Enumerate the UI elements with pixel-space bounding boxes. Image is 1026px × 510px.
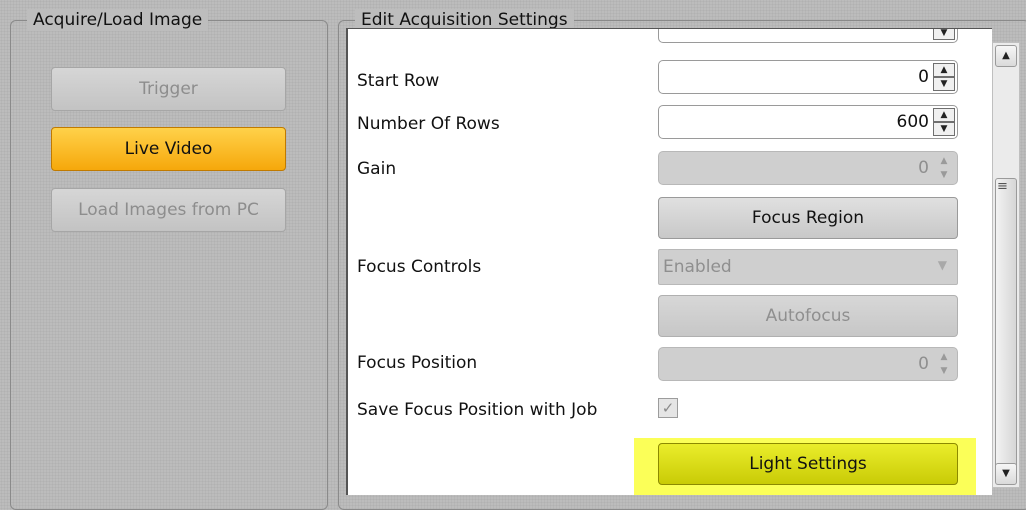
focus-controls-select[interactable]: Enabled ▼	[658, 249, 958, 285]
focus-position-spin[interactable]: 0 ▲ ▼	[658, 347, 958, 381]
vertical-scrollbar[interactable]: ▲ ≡ ▼	[992, 42, 1020, 488]
spin-up-icon: ▲	[940, 156, 948, 166]
number-of-rows-spin[interactable]: 600 ▲ ▼	[658, 105, 958, 139]
start-row-spin[interactable]: 0 ▲ ▼	[658, 60, 958, 94]
spin-down-icon: ▼	[940, 366, 948, 376]
focus-position-label: Focus Position	[357, 353, 478, 373]
scrollbar-thumb[interactable]	[995, 178, 1017, 468]
number-of-rows-value: 600	[896, 112, 929, 132]
grip-icon: ≡	[997, 179, 1008, 194]
spin-down-icon: ▼	[940, 170, 948, 180]
gain-label: Gain	[357, 159, 397, 179]
acquire-load-image-title: Acquire/Load Image	[27, 9, 209, 31]
start-row-label: Start Row	[357, 71, 440, 91]
light-settings-button[interactable]: Light Settings	[658, 443, 958, 485]
save-focus-label: Save Focus Position with Job	[357, 400, 598, 420]
settings-list: ▲▼ Start Row 0 ▲ ▼ Number Of Rows 600 ▲ …	[346, 28, 992, 495]
spin-up-icon[interactable]: ▲	[933, 63, 955, 77]
live-video-button[interactable]: Live Video	[51, 127, 286, 171]
spin-down-icon: ▼	[933, 29, 955, 40]
start-row-value: 0	[918, 67, 929, 87]
scroll-down-icon[interactable]: ▼	[995, 463, 1017, 485]
focus-position-value: 0	[918, 354, 929, 374]
save-focus-checkbox[interactable]: ✓	[658, 398, 678, 418]
number-of-rows-label: Number Of Rows	[357, 114, 500, 134]
gain-value: 0	[918, 158, 929, 178]
focus-controls-value: Enabled	[663, 257, 732, 277]
check-icon: ✓	[661, 399, 675, 417]
gain-spin[interactable]: 0 ▲ ▼	[658, 151, 958, 185]
partial-spin-box[interactable]: ▲▼	[658, 29, 958, 43]
load-images-button[interactable]: Load Images from PC	[51, 188, 286, 232]
autofocus-button[interactable]: Autofocus	[658, 295, 958, 337]
spin-down-icon[interactable]: ▼	[933, 122, 955, 136]
focus-region-button[interactable]: Focus Region	[658, 197, 958, 239]
scroll-up-icon[interactable]: ▲	[995, 45, 1017, 67]
focus-controls-label: Focus Controls	[357, 257, 482, 277]
trigger-button[interactable]: Trigger	[51, 67, 286, 111]
spin-down-icon[interactable]: ▼	[933, 77, 955, 91]
acquire-load-image-group: Acquire/Load Image Trigger Live Video Lo…	[10, 9, 328, 510]
spin-up-icon: ▲	[940, 352, 948, 362]
spin-up-icon[interactable]: ▲	[933, 108, 955, 122]
chevron-down-icon: ▼	[937, 258, 947, 272]
